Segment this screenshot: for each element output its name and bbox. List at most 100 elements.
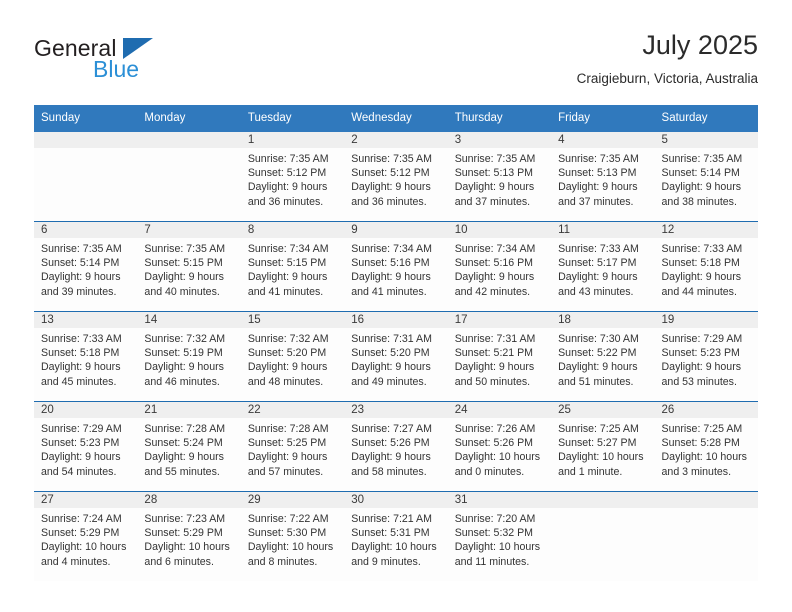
day-number: 29 xyxy=(240,492,345,508)
weekday-header-tuesday: Tuesday xyxy=(240,105,345,132)
day-number: 4 xyxy=(551,132,655,148)
sunrise-text: Sunrise: 7:30 AM xyxy=(558,333,639,345)
day-number: 17 xyxy=(447,312,552,328)
sunrise-text: Sunrise: 7:35 AM xyxy=(41,243,122,255)
day-number: 16 xyxy=(344,312,448,328)
calendar-day-cell[interactable]: 28 Sunrise: 7:23 AM Sunset: 5:29 PM Dayligh… xyxy=(137,491,241,581)
calendar-day-cell[interactable]: 29 Sunrise: 7:22 AM Sunset: 5:30 PM Dayligh… xyxy=(240,491,345,581)
daylight-text-line2: and 49 minutes. xyxy=(351,375,427,388)
day-details: Sunrise: 7:35 AM Sunset: 5:13 PM Daylight:… xyxy=(551,148,654,209)
day-details: Sunrise: 7:20 AM Sunset: 5:32 PM Daylight:… xyxy=(448,508,551,569)
calendar-body: 1 Sunrise: 7:35 AM Sunset: 5:12 PM Daylight… xyxy=(34,132,758,581)
day-details: Sunrise: 7:32 AM Sunset: 5:20 PM Daylight:… xyxy=(241,328,344,389)
day-number: 6 xyxy=(34,222,138,238)
calendar-day-cell[interactable]: 9 Sunrise: 7:34 AM Sunset: 5:16 PM Daylight… xyxy=(344,221,448,312)
calendar-day-cell[interactable]: 13 Sunrise: 7:33 AM Sunset: 5:18 PM Dayligh… xyxy=(34,311,138,402)
daylight-text-line2: and 1 minute. xyxy=(558,465,623,478)
calendar-day-cell[interactable]: 31 Sunrise: 7:20 AM Sunset: 5:32 PM Dayligh… xyxy=(447,491,552,581)
day-number: 24 xyxy=(447,402,552,418)
day-number: 18 xyxy=(551,312,655,328)
daylight-text-line2: and 46 minutes. xyxy=(144,375,220,388)
calendar-day-cell[interactable]: 17 Sunrise: 7:31 AM Sunset: 5:21 PM Dayligh… xyxy=(447,311,552,402)
calendar-day-cell[interactable]: 23 Sunrise: 7:27 AM Sunset: 5:26 PM Dayligh… xyxy=(344,401,448,492)
daylight-text-line2: and 44 minutes. xyxy=(661,285,737,298)
calendar-day-cell[interactable]: 26 Sunrise: 7:25 AM Sunset: 5:28 PM Dayligh… xyxy=(654,401,758,492)
daylight-text-line1: Daylight: 10 hours xyxy=(454,451,541,464)
day-number xyxy=(551,492,655,508)
calendar-day-cell[interactable]: 14 Sunrise: 7:32 AM Sunset: 5:19 PM Dayligh… xyxy=(137,311,241,402)
day-number xyxy=(137,132,241,148)
calendar-day-cell[interactable]: 18 Sunrise: 7:30 AM Sunset: 5:22 PM Dayligh… xyxy=(551,311,655,402)
calendar-day-cell[interactable]: 6 Sunrise: 7:35 AM Sunset: 5:14 PM Daylight… xyxy=(34,221,138,312)
calendar-day-cell[interactable]: 10 Sunrise: 7:34 AM Sunset: 5:16 PM Dayligh… xyxy=(447,221,552,312)
calendar-day-cell[interactable]: 12 Sunrise: 7:33 AM Sunset: 5:18 PM Dayligh… xyxy=(654,221,758,312)
daylight-text-line2: and 48 minutes. xyxy=(247,375,324,388)
calendar-day-cell[interactable]: 24 Sunrise: 7:26 AM Sunset: 5:26 PM Dayligh… xyxy=(447,401,552,492)
calendar-day-cell[interactable]: 19 Sunrise: 7:29 AM Sunset: 5:23 PM Dayligh… xyxy=(654,311,758,402)
calendar-day-cell[interactable]: 7 Sunrise: 7:35 AM Sunset: 5:15 PM Daylight… xyxy=(137,221,241,312)
calendar-day-cell[interactable]: 11 Sunrise: 7:33 AM Sunset: 5:17 PM Dayligh… xyxy=(551,221,655,312)
day-details: Sunrise: 7:25 AM Sunset: 5:27 PM Daylight:… xyxy=(551,418,654,479)
day-number: 23 xyxy=(344,402,448,418)
sunset-text: Sunset: 5:15 PM xyxy=(144,257,223,270)
sunrise-text: Sunrise: 7:28 AM xyxy=(247,423,329,435)
day-details: Sunrise: 7:34 AM Sunset: 5:16 PM Daylight:… xyxy=(448,238,551,299)
daylight-text-line1: Daylight: 9 hours xyxy=(351,181,431,194)
daylight-text-line2: and 50 minutes. xyxy=(454,375,531,388)
daylight-text-line2: and 9 minutes. xyxy=(351,555,421,568)
daylight-text-line1: Daylight: 9 hours xyxy=(41,271,121,284)
calendar-day-cell[interactable]: 1 Sunrise: 7:35 AM Sunset: 5:12 PM Daylight… xyxy=(240,132,345,222)
day-number: 26 xyxy=(654,402,758,418)
calendar-day-cell[interactable]: 15 Sunrise: 7:32 AM Sunset: 5:20 PM Dayligh… xyxy=(240,311,345,402)
sunset-text: Sunset: 5:17 PM xyxy=(558,257,637,270)
day-number: 13 xyxy=(34,312,138,328)
daylight-text-line2: and 51 minutes. xyxy=(558,375,634,388)
sunrise-text: Sunrise: 7:32 AM xyxy=(247,333,329,345)
daylight-text-line1: Daylight: 10 hours xyxy=(558,451,644,464)
calendar-cell-empty xyxy=(551,491,655,581)
calendar-day-cell[interactable]: 16 Sunrise: 7:31 AM Sunset: 5:20 PM Dayligh… xyxy=(344,311,448,402)
sunset-text: Sunset: 5:26 PM xyxy=(351,437,430,450)
daylight-text-line2: and 41 minutes. xyxy=(247,285,324,298)
calendar-day-cell[interactable]: 20 Sunrise: 7:29 AM Sunset: 5:23 PM Dayligh… xyxy=(34,401,138,492)
calendar-day-cell[interactable]: 30 Sunrise: 7:21 AM Sunset: 5:31 PM Dayligh… xyxy=(344,491,448,581)
day-number: 11 xyxy=(551,222,655,238)
calendar-day-cell[interactable]: 3 Sunrise: 7:35 AM Sunset: 5:13 PM Daylight… xyxy=(447,132,552,222)
weekday-header-sunday: Sunday xyxy=(34,105,138,132)
daylight-text-line2: and 8 minutes. xyxy=(247,555,318,568)
daylight-text-line2: and 42 minutes. xyxy=(454,285,531,298)
calendar-day-cell[interactable]: 21 Sunrise: 7:28 AM Sunset: 5:24 PM Dayligh… xyxy=(137,401,241,492)
daylight-text-line1: Daylight: 10 hours xyxy=(247,541,334,554)
calendar-day-cell[interactable]: 5 Sunrise: 7:35 AM Sunset: 5:14 PM Daylight… xyxy=(654,132,758,222)
title-block: July 2025 Craigieburn, Victoria, Austral… xyxy=(577,28,758,89)
day-number: 1 xyxy=(240,132,345,148)
day-number: 28 xyxy=(137,492,241,508)
daylight-text-line1: Daylight: 9 hours xyxy=(144,271,224,284)
sunset-text: Sunset: 5:29 PM xyxy=(144,527,223,540)
day-details: Sunrise: 7:35 AM Sunset: 5:12 PM Daylight:… xyxy=(344,148,447,209)
sunrise-text: Sunrise: 7:35 AM xyxy=(661,153,743,165)
calendar-day-cell[interactable]: 2 Sunrise: 7:35 AM Sunset: 5:12 PM Daylight… xyxy=(344,132,448,222)
calendar-day-cell[interactable]: 8 Sunrise: 7:34 AM Sunset: 5:15 PM Daylight… xyxy=(240,221,345,312)
day-details: Sunrise: 7:24 AM Sunset: 5:29 PM Daylight:… xyxy=(34,508,137,569)
day-number: 30 xyxy=(344,492,448,508)
day-number: 12 xyxy=(654,222,758,238)
calendar-day-cell[interactable]: 22 Sunrise: 7:28 AM Sunset: 5:25 PM Dayligh… xyxy=(240,401,345,492)
day-number: 22 xyxy=(240,402,345,418)
daylight-text-line2: and 54 minutes. xyxy=(41,465,117,478)
calendar-day-cell[interactable]: 27 Sunrise: 7:24 AM Sunset: 5:29 PM Dayligh… xyxy=(34,491,138,581)
sunrise-text: Sunrise: 7:35 AM xyxy=(351,153,432,165)
calendar-day-cell[interactable]: 25 Sunrise: 7:25 AM Sunset: 5:27 PM Dayligh… xyxy=(551,401,655,492)
daylight-text-line2: and 6 minutes. xyxy=(144,555,214,568)
daylight-text-line1: Daylight: 9 hours xyxy=(454,361,535,374)
sunset-text: Sunset: 5:13 PM xyxy=(454,167,534,180)
calendar-day-cell[interactable]: 4 Sunrise: 7:35 AM Sunset: 5:13 PM Daylight… xyxy=(551,132,655,222)
daylight-text-line1: Daylight: 9 hours xyxy=(558,271,638,284)
sunrise-text: Sunrise: 7:25 AM xyxy=(558,423,639,435)
day-number: 27 xyxy=(34,492,138,508)
sunset-text: Sunset: 5:19 PM xyxy=(144,347,223,360)
day-details: Sunrise: 7:26 AM Sunset: 5:26 PM Daylight:… xyxy=(448,418,551,479)
day-details: Sunrise: 7:28 AM Sunset: 5:25 PM Daylight:… xyxy=(241,418,344,479)
sunset-text: Sunset: 5:30 PM xyxy=(247,527,327,540)
sunrise-text: Sunrise: 7:33 AM xyxy=(661,243,743,255)
